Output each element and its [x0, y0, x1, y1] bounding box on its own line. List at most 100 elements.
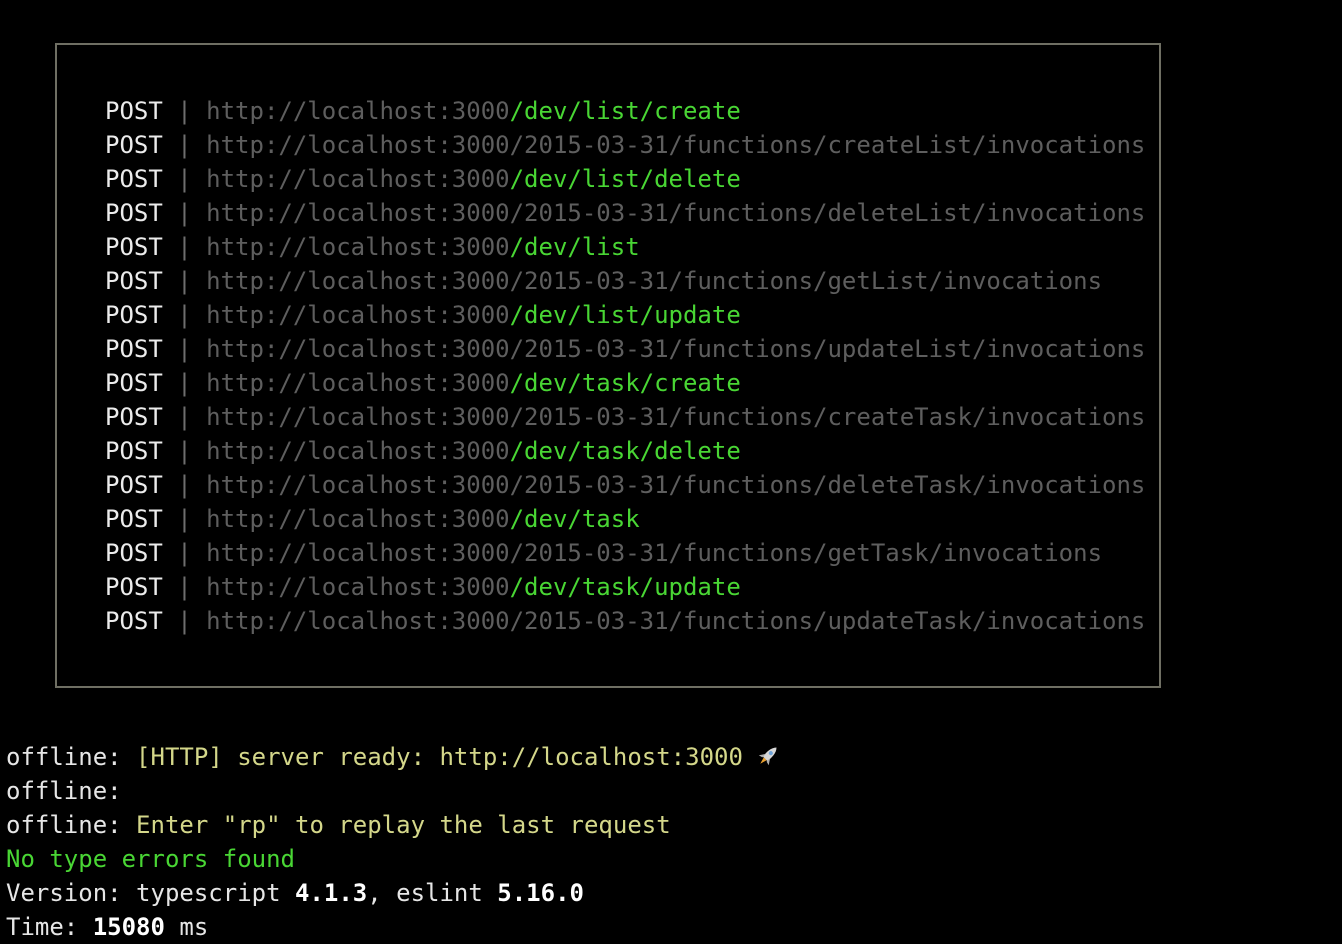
route-path: /dev/list/delete	[509, 165, 741, 193]
route-path: /2015-03-31/functions/getTask/invocation…	[509, 539, 1103, 567]
route-base-url: http://localhost:3000	[206, 199, 510, 227]
route-line: POST | http://localhost:3000/2015-03-31/…	[105, 264, 1145, 298]
route-path: /2015-03-31/functions/updateTask/invocat…	[509, 607, 1146, 635]
route-method: POST	[105, 335, 163, 363]
route-line: POST | http://localhost:3000/dev/list/de…	[105, 162, 1145, 196]
route-method: POST	[105, 131, 163, 159]
route-path: /dev/list/update	[509, 301, 741, 329]
time-unit: ms	[164, 913, 209, 941]
route-method: POST	[105, 267, 163, 295]
log-line-server-ready: offline: [HTTP] server ready: http://loc…	[6, 740, 781, 774]
route-base-url: http://localhost:3000	[206, 335, 510, 363]
route-separator: |	[177, 97, 192, 125]
route-line: POST | http://localhost:3000/2015-03-31/…	[105, 332, 1145, 366]
log-line-replay-hint: offline: Enter "rp" to replay the last r…	[6, 808, 781, 842]
route-separator: |	[177, 403, 192, 431]
route-path: /dev/task/update	[509, 573, 741, 601]
route-method: POST	[105, 97, 163, 125]
log-line-type-check: No type errors found	[6, 842, 781, 876]
log-prefix: offline:	[6, 811, 137, 839]
route-method: POST	[105, 369, 163, 397]
route-path: /2015-03-31/functions/deleteTask/invocat…	[509, 471, 1146, 499]
route-method: POST	[105, 607, 163, 635]
route-base-url: http://localhost:3000	[206, 131, 510, 159]
log-message: Enter "rp" to replay the last request	[136, 811, 671, 839]
route-method: POST	[105, 199, 163, 227]
route-method: POST	[105, 471, 163, 499]
route-base-url: http://localhost:3000	[206, 437, 510, 465]
route-separator: |	[177, 267, 192, 295]
route-line: POST | http://localhost:3000/2015-03-31/…	[105, 604, 1145, 638]
typescript-version: 4.1.3	[294, 879, 368, 907]
route-base-url: http://localhost:3000	[206, 97, 510, 125]
log-message: No type errors found	[6, 845, 295, 873]
route-path: /dev/task	[509, 505, 640, 533]
routes-list: POST | http://localhost:3000/dev/list/cr…	[105, 94, 1145, 638]
route-line: POST | http://localhost:3000/dev/list/cr…	[105, 94, 1145, 128]
route-base-url: http://localhost:3000	[206, 471, 510, 499]
route-line: POST | http://localhost:3000/dev/task/de…	[105, 434, 1145, 468]
route-separator: |	[177, 573, 192, 601]
route-separator: |	[177, 607, 192, 635]
route-base-url: http://localhost:3000	[206, 301, 510, 329]
route-method: POST	[105, 505, 163, 533]
route-method: POST	[105, 539, 163, 567]
route-separator: |	[177, 233, 192, 261]
route-line: POST | http://localhost:3000/2015-03-31/…	[105, 400, 1145, 434]
route-separator: |	[177, 369, 192, 397]
log-line-time: Time: 15080 ms	[6, 910, 781, 944]
route-path: /2015-03-31/functions/deleteList/invocat…	[509, 199, 1146, 227]
eslint-version: 5.16.0	[497, 879, 584, 907]
route-line: POST | http://localhost:3000/2015-03-31/…	[105, 468, 1145, 502]
log-output: offline: [HTTP] server ready: http://loc…	[6, 740, 781, 944]
route-line: POST | http://localhost:3000/2015-03-31/…	[105, 196, 1145, 230]
route-base-url: http://localhost:3000	[206, 267, 510, 295]
route-path: /dev/list	[509, 233, 640, 261]
route-path: /dev/list/create	[509, 97, 741, 125]
route-line: POST | http://localhost:3000/dev/list/up…	[105, 298, 1145, 332]
route-method: POST	[105, 437, 163, 465]
route-method: POST	[105, 165, 163, 193]
route-path: /2015-03-31/functions/getList/invocation…	[509, 267, 1103, 295]
route-separator: |	[177, 131, 192, 159]
log-prefix: offline:	[6, 743, 137, 771]
time-label: Time:	[6, 913, 93, 941]
rocket-icon	[755, 743, 781, 769]
route-separator: |	[177, 199, 192, 227]
log-message: [HTTP] server ready: http://localhost:30…	[136, 743, 743, 771]
route-method: POST	[105, 573, 163, 601]
route-separator: |	[177, 539, 192, 567]
route-separator: |	[177, 335, 192, 363]
route-base-url: http://localhost:3000	[206, 233, 510, 261]
route-base-url: http://localhost:3000	[206, 573, 510, 601]
route-line: POST | http://localhost:3000/2015-03-31/…	[105, 128, 1145, 162]
route-line: POST | http://localhost:3000/dev/list	[105, 230, 1145, 264]
route-path: /2015-03-31/functions/createList/invocat…	[509, 131, 1146, 159]
route-separator: |	[177, 437, 192, 465]
route-base-url: http://localhost:3000	[206, 539, 510, 567]
route-line: POST | http://localhost:3000/dev/task/up…	[105, 570, 1145, 604]
log-line-empty: offline:	[6, 774, 781, 808]
route-base-url: http://localhost:3000	[206, 403, 510, 431]
route-base-url: http://localhost:3000	[206, 505, 510, 533]
version-separator: , eslint	[367, 879, 498, 907]
log-line-version: Version: typescript 4.1.3, eslint 5.16.0	[6, 876, 781, 910]
route-path: /2015-03-31/functions/updateList/invocat…	[509, 335, 1146, 363]
route-separator: |	[177, 301, 192, 329]
route-line: POST | http://localhost:3000/dev/task	[105, 502, 1145, 536]
route-base-url: http://localhost:3000	[206, 607, 510, 635]
route-separator: |	[177, 505, 192, 533]
route-path: /dev/task/create	[509, 369, 741, 397]
time-value: 15080	[92, 913, 165, 941]
route-line: POST | http://localhost:3000/2015-03-31/…	[105, 536, 1145, 570]
route-base-url: http://localhost:3000	[206, 165, 510, 193]
route-path: /dev/task/delete	[509, 437, 741, 465]
log-prefix: offline:	[6, 777, 137, 805]
route-base-url: http://localhost:3000	[206, 369, 510, 397]
route-method: POST	[105, 403, 163, 431]
version-label: Version: typescript	[6, 879, 295, 907]
terminal-window: POST | http://localhost:3000/dev/list/cr…	[0, 0, 1342, 941]
route-method: POST	[105, 233, 163, 261]
route-line: POST | http://localhost:3000/dev/task/cr…	[105, 366, 1145, 400]
route-separator: |	[177, 471, 192, 499]
